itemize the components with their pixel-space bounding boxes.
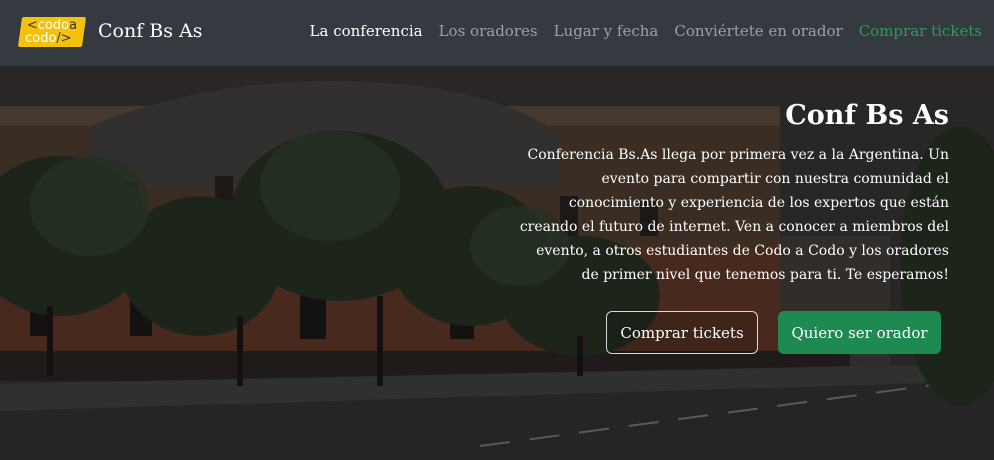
nav-menu: La conferencia Los oradores Lugar y fech… bbox=[310, 22, 982, 40]
hero-description: Conferencia Bs.As llega por primera vez … bbox=[519, 147, 949, 283]
brand-title[interactable]: Conf Bs As bbox=[98, 20, 203, 42]
nav-item-conviertete-en-orador[interactable]: Conviértete en orador bbox=[674, 22, 842, 40]
navbar: <codoa codo/> Conf Bs As La conferencia … bbox=[0, 0, 994, 66]
become-speaker-button[interactable]: Quiero ser orador bbox=[778, 311, 941, 354]
nav-item-los-oradores[interactable]: Los oradores bbox=[439, 22, 538, 40]
hero-banner: Conf Bs As Conferencia Bs.As llega por p… bbox=[0, 66, 994, 460]
hero-content: Conf Bs As Conferencia Bs.As llega por p… bbox=[519, 100, 949, 287]
nav-item-la-conferencia[interactable]: La conferencia bbox=[310, 22, 423, 40]
nav-item-comprar-tickets[interactable]: Comprar tickets bbox=[859, 22, 982, 40]
buy-tickets-button[interactable]: Comprar tickets bbox=[606, 311, 758, 354]
codo-a-codo-logo[interactable]: <codoa codo/> bbox=[17, 17, 87, 47]
nav-item-lugar-y-fecha[interactable]: Lugar y fecha bbox=[554, 22, 659, 40]
hero-title: Conf Bs As bbox=[785, 100, 949, 131]
